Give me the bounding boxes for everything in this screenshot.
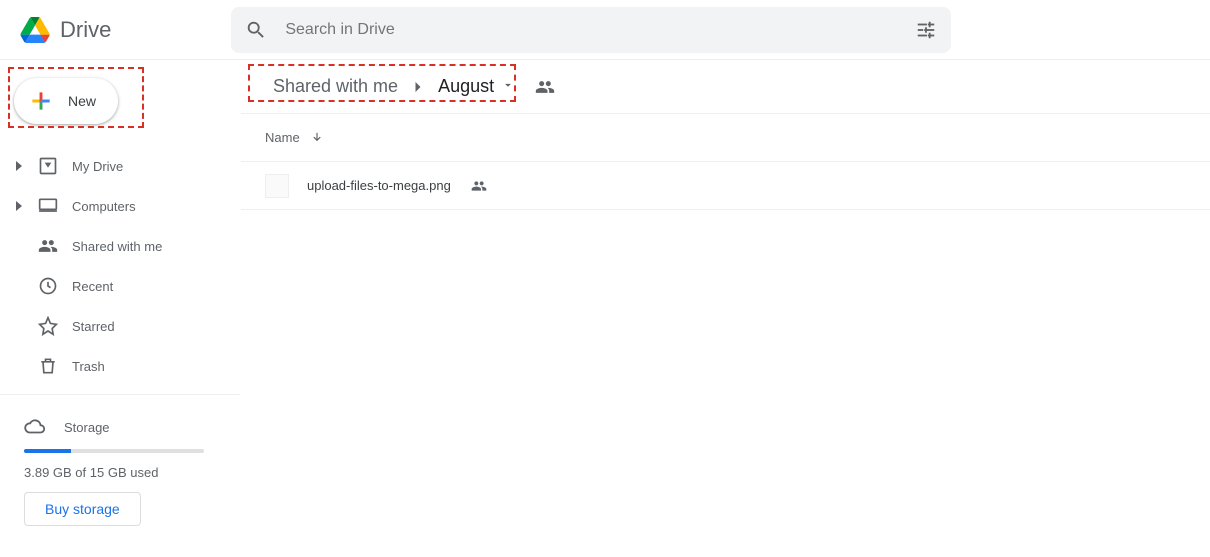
shared-folder-icon bbox=[535, 77, 555, 97]
file-name: upload-files-to-mega.png bbox=[307, 178, 451, 193]
nav-computers[interactable]: Computers bbox=[0, 186, 240, 226]
clock-icon bbox=[36, 276, 60, 296]
people-icon bbox=[36, 236, 60, 256]
breadcrumb: Shared with me August bbox=[241, 60, 1210, 114]
sidebar: New My Drive Computers Shared with me bbox=[0, 60, 240, 557]
nav-trash[interactable]: Trash bbox=[0, 346, 240, 386]
shared-icon bbox=[471, 178, 487, 194]
nav-label: My Drive bbox=[72, 159, 123, 174]
search-options-icon[interactable] bbox=[915, 19, 937, 41]
app-title: Drive bbox=[60, 17, 111, 43]
header: Drive bbox=[0, 0, 1210, 60]
nav-my-drive[interactable]: My Drive bbox=[0, 146, 240, 186]
breadcrumb-current-label: August bbox=[438, 76, 494, 96]
nav-recent[interactable]: Recent bbox=[0, 266, 240, 306]
drive-logo-icon bbox=[20, 17, 50, 43]
main-content: Shared with me August Name upload-files-… bbox=[240, 60, 1210, 557]
search-bar[interactable] bbox=[231, 7, 951, 53]
nav-label: Recent bbox=[72, 279, 113, 294]
cloud-icon bbox=[24, 416, 46, 438]
nav-label: Starred bbox=[72, 319, 115, 334]
column-header-name[interactable]: Name bbox=[241, 114, 1210, 162]
nav-label: Shared with me bbox=[72, 239, 162, 254]
computers-icon bbox=[36, 196, 60, 216]
caret-down-icon bbox=[501, 78, 515, 92]
file-thumbnail bbox=[265, 174, 289, 198]
logo[interactable]: Drive bbox=[20, 17, 111, 43]
breadcrumb-parent[interactable]: Shared with me bbox=[265, 72, 406, 101]
search-input[interactable] bbox=[285, 21, 785, 39]
storage-label: Storage bbox=[64, 420, 110, 435]
nav-label: Computers bbox=[72, 199, 136, 214]
star-icon bbox=[36, 316, 60, 336]
file-row[interactable]: upload-files-to-mega.png bbox=[241, 162, 1210, 210]
storage-fill bbox=[24, 449, 71, 453]
search-icon[interactable] bbox=[245, 19, 267, 41]
arrow-down-icon bbox=[310, 131, 324, 145]
divider bbox=[0, 394, 240, 395]
storage-bar bbox=[24, 449, 204, 453]
new-button-label: New bbox=[68, 93, 96, 109]
nav-starred[interactable]: Starred bbox=[0, 306, 240, 346]
storage-used-text: 3.89 GB of 15 GB used bbox=[24, 465, 240, 480]
buy-storage-button[interactable]: Buy storage bbox=[24, 492, 141, 526]
nav-storage[interactable]: Storage bbox=[24, 407, 240, 447]
column-name-label: Name bbox=[265, 130, 300, 145]
nav-list: My Drive Computers Shared with me Recent bbox=[0, 146, 240, 386]
expand-icon[interactable] bbox=[14, 201, 24, 211]
nav-label: Trash bbox=[72, 359, 105, 374]
plus-icon bbox=[28, 88, 54, 114]
chevron-right-icon bbox=[408, 77, 428, 97]
new-button[interactable]: New bbox=[14, 78, 118, 124]
breadcrumb-current[interactable]: August bbox=[430, 72, 523, 101]
my-drive-icon bbox=[36, 156, 60, 176]
storage-section: Storage 3.89 GB of 15 GB used Buy storag… bbox=[0, 403, 240, 526]
expand-icon[interactable] bbox=[14, 161, 24, 171]
trash-icon bbox=[36, 356, 60, 376]
nav-shared-with-me[interactable]: Shared with me bbox=[0, 226, 240, 266]
